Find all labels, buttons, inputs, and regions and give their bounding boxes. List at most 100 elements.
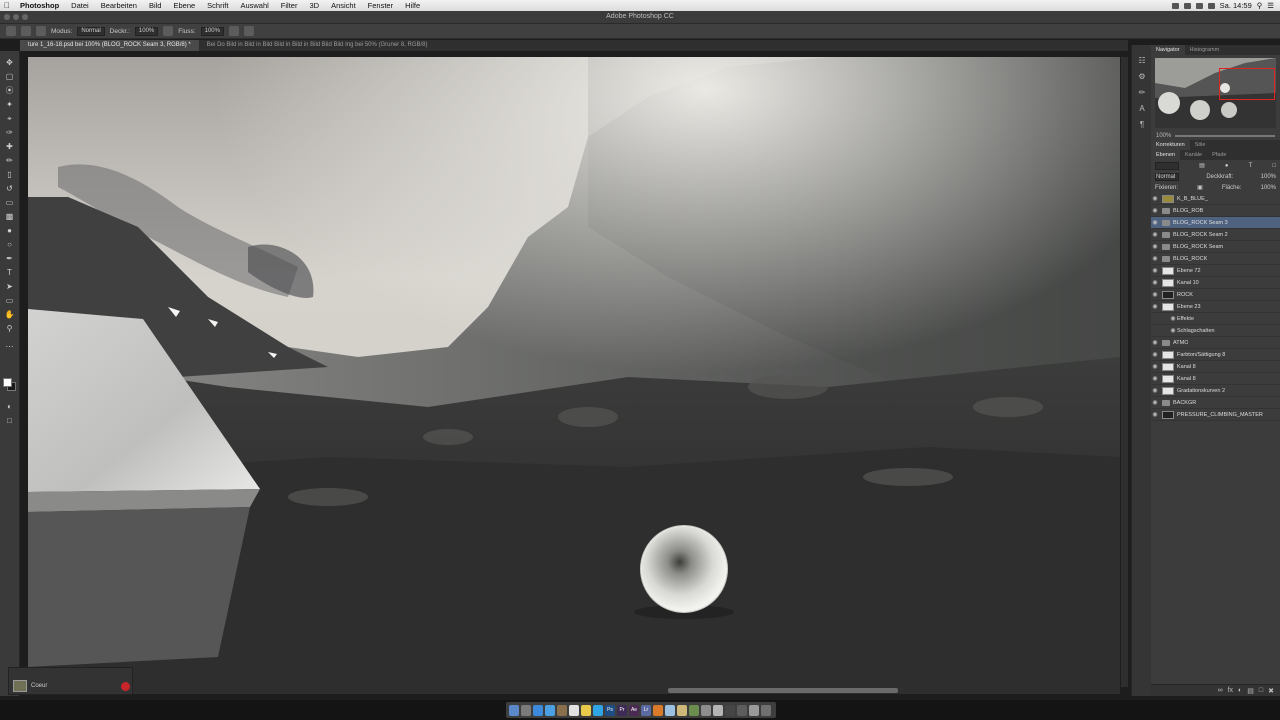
tab-paths[interactable]: Pfade [1207,150,1231,160]
visibility-eye-icon[interactable]: ◉ [1151,411,1159,418]
tab-navigator[interactable]: Navigator [1151,45,1185,55]
pen-tool-icon[interactable]: ✒ [4,253,15,264]
opacity-value[interactable]: 100% [1261,174,1276,180]
quick-select-tool-icon[interactable]: ✦ [4,99,15,110]
menu-filter[interactable]: Filter [275,1,304,10]
layer-row[interactable]: ◉ BLOG_ROCK [1151,253,1280,265]
contacts-icon[interactable] [557,704,567,716]
app-icon[interactable] [713,704,723,716]
photoshop-icon[interactable]: Ps [605,704,615,716]
layer-row[interactable]: ◉ Gradationskurven 2 [1151,385,1280,397]
brush-tool-icon[interactable]: ✏ [4,155,15,166]
layer-row[interactable]: ◉ ATMO [1151,337,1280,349]
menu-datei[interactable]: Datei [65,1,95,10]
visibility-eye-icon[interactable]: ◉ [1169,327,1177,334]
eraser-tool-icon[interactable]: ▭ [4,197,15,208]
eyedropper-tool-icon[interactable]: ✑ [4,127,15,138]
visibility-eye-icon[interactable]: ◉ [1151,303,1159,310]
app-icon[interactable] [701,704,711,716]
status-icon[interactable] [1171,2,1179,9]
visibility-eye-icon[interactable]: ◉ [1151,243,1159,250]
layer-row[interactable]: ◉ BACKGR [1151,397,1280,409]
brush-panel-icon[interactable]: ✏ [1137,87,1147,97]
add-mask-icon[interactable]: ◐ [1238,687,1242,694]
horizontal-scroll-thumb[interactable] [668,688,898,693]
paragraph-panel-icon[interactable]: ¶ [1137,119,1147,129]
hand-tool-icon[interactable]: ✋ [4,309,15,320]
tab-adjustments[interactable]: Korrekturen [1151,140,1190,150]
record-button[interactable] [121,682,130,691]
visibility-eye-icon[interactable]: ◉ [1151,375,1159,382]
app-icon[interactable] [653,704,663,716]
gradient-tool-icon[interactable]: ▩ [4,211,15,222]
menu-3d[interactable]: 3D [303,1,325,10]
brush-panel-icon[interactable] [36,26,46,36]
finder-icon[interactable] [509,704,519,716]
navigator-preview[interactable] [1155,58,1276,128]
status-icon[interactable] [1183,2,1191,9]
filter-icon[interactable]: ● [1225,163,1229,169]
trash-icon[interactable] [761,704,771,716]
tab-channels[interactable]: Kanäle [1180,150,1207,160]
mail-icon[interactable] [545,704,555,716]
navigator-zoom-slider[interactable] [1175,134,1275,137]
menu-auswahl[interactable]: Auswahl [234,1,274,10]
layer-row[interactable]: ◉ BLOG_ROCK Seam 3 [1151,217,1280,229]
layer-row[interactable]: ◉ BLOG_ROCK Seam [1151,241,1280,253]
history-panel-icon[interactable]: ☷ [1137,55,1147,65]
layer-filter-kind[interactable] [1155,161,1179,170]
layer-row[interactable]: ◉ BLOG_ROCK Seam 2 [1151,229,1280,241]
menu-ebene[interactable]: Ebene [167,1,201,10]
after-effects-icon[interactable]: Ae [629,704,639,716]
delete-layer-icon[interactable]: ✖ [1268,687,1274,695]
lasso-tool-icon[interactable]: ⦿ [4,85,15,96]
tab-styles[interactable]: Stile [1190,140,1211,150]
app-icon[interactable] [677,704,687,716]
filter-icon[interactable]: □ [1272,163,1276,169]
new-layer-icon[interactable]: □ [1259,687,1263,694]
layer-row[interactable]: ◉ Ebene 23 [1151,301,1280,313]
visibility-eye-icon[interactable]: ◉ [1151,291,1159,298]
navigator-zoom-value[interactable]: 100% [1156,133,1171,139]
safari-icon[interactable] [533,704,543,716]
wifi-icon[interactable] [1195,2,1203,9]
layer-row[interactable]: ◉ Effekte [1151,313,1280,325]
new-group-icon[interactable]: ▤ [1247,687,1254,695]
menu-schrift[interactable]: Schrift [201,1,234,10]
visibility-eye-icon[interactable]: ◉ [1169,315,1177,322]
document-canvas[interactable] [28,57,1120,687]
layer-row[interactable]: ◉ Ebene 72 [1151,265,1280,277]
visibility-eye-icon[interactable]: ◉ [1151,339,1159,346]
app-icon[interactable] [725,704,735,716]
layer-row[interactable]: ◉ Kanal 8 [1151,361,1280,373]
layer-row[interactable]: ◉ ROCK [1151,289,1280,301]
menubar-clock[interactable]: Sa. 14:59 [1220,1,1252,10]
marquee-tool-icon[interactable]: ▢ [4,71,15,82]
layer-row[interactable]: ◉ Schlagschatten [1151,325,1280,337]
dodge-tool-icon[interactable]: ○ [4,239,15,250]
zoom-tool-icon[interactable]: ⚲ [4,323,15,334]
visibility-eye-icon[interactable]: ◉ [1151,387,1159,394]
launchpad-icon[interactable] [521,704,531,716]
vertical-scrollbar[interactable] [1121,57,1128,687]
character-panel-icon[interactable]: A [1137,103,1147,113]
menu-app-name[interactable]: Photoshop [14,1,65,10]
battery-icon[interactable] [1207,2,1215,9]
blur-tool-icon[interactable]: ● [4,225,15,236]
apple-icon[interactable]:  [0,1,14,10]
brush-size-icon[interactable] [21,26,31,36]
move-tool-icon[interactable]: ✥ [4,57,15,68]
opacity-field[interactable]: 100% [134,26,159,36]
folder-icon[interactable] [749,704,759,716]
visibility-eye-icon[interactable]: ◉ [1151,255,1159,262]
pressure-opacity-icon[interactable] [163,26,174,36]
more-tools-icon[interactable]: ⋯ [4,341,15,352]
timeline-thumbnail[interactable] [13,680,27,692]
search-icon[interactable]: ⚲ [1257,1,1263,10]
app-icon[interactable] [689,704,699,716]
quick-mask-icon[interactable]: ◐ [4,401,15,412]
menu-fenster[interactable]: Fenster [362,1,399,10]
crop-tool-icon[interactable]: ⌖ [4,113,15,124]
calendar-icon[interactable] [569,704,579,716]
visibility-eye-icon[interactable]: ◉ [1151,195,1159,202]
